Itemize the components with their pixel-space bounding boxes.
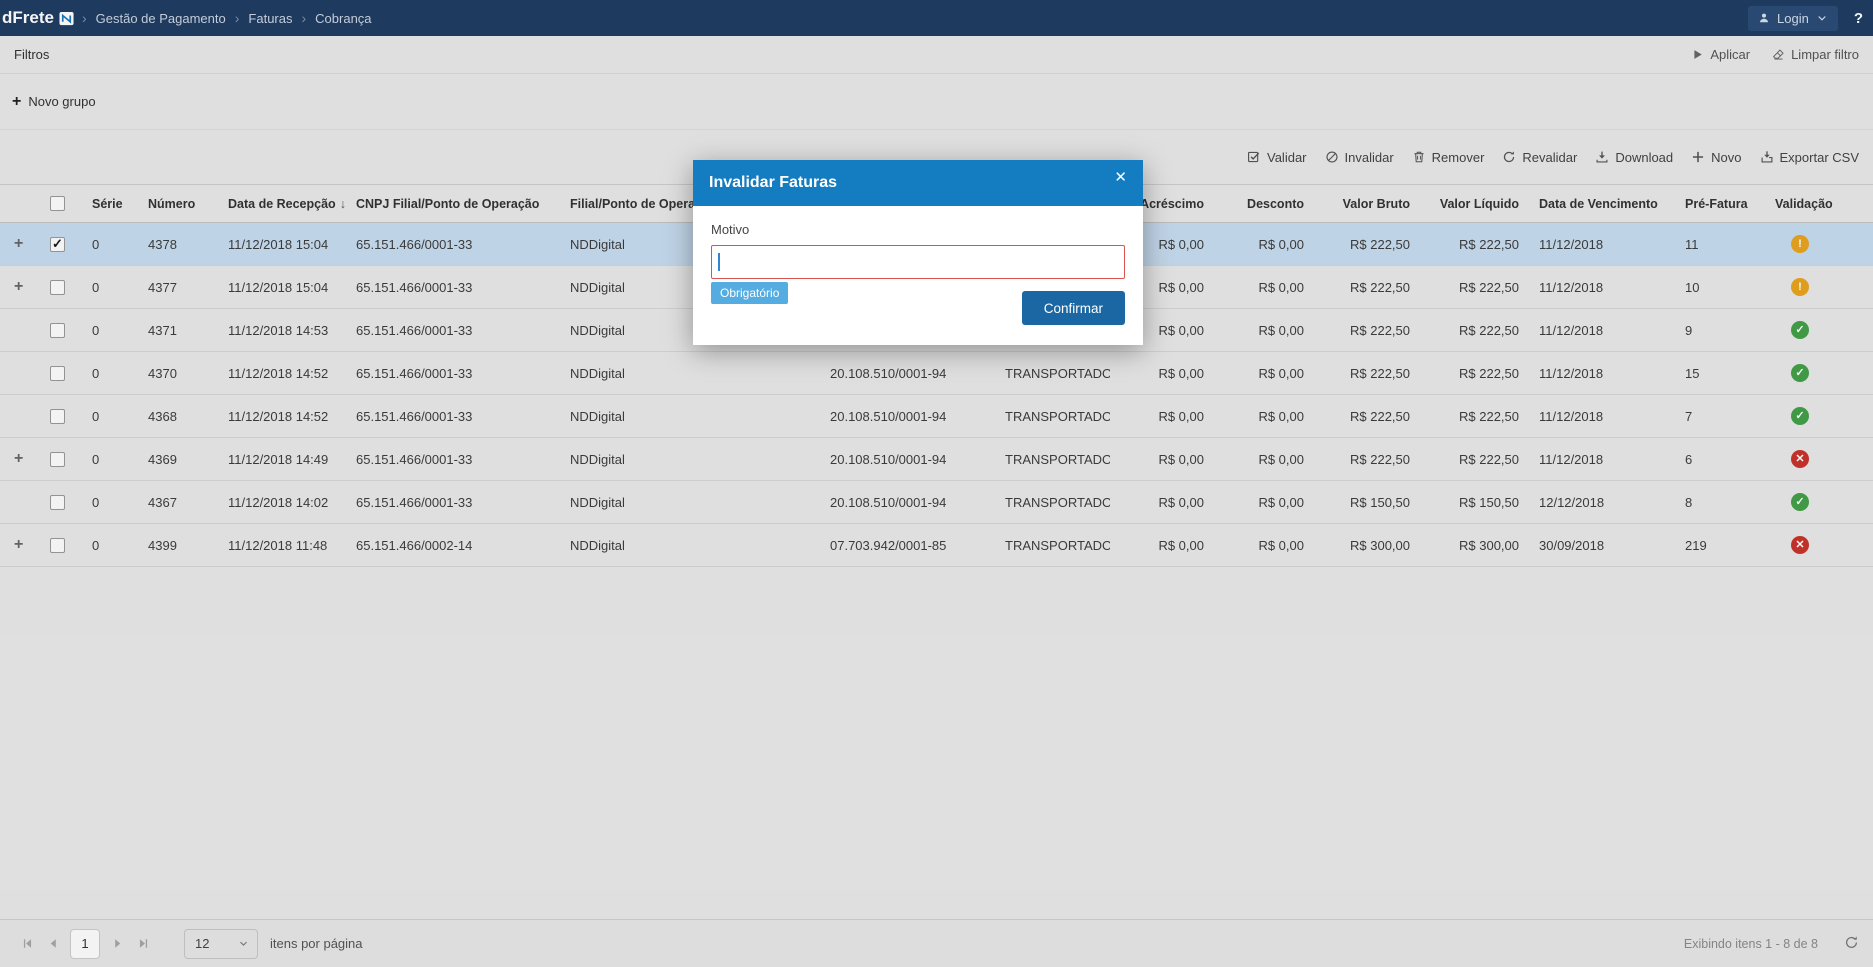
- text-caret: [718, 253, 720, 271]
- required-tooltip: Obrigatório: [711, 282, 789, 304]
- invalidar-faturas-modal: Invalidar Faturas ✕ Motivo Obrigatório C…: [693, 160, 1143, 345]
- motivo-input-wrap: [711, 245, 1125, 279]
- modal-body: Motivo Obrigatório Confirmar: [693, 206, 1143, 345]
- motivo-label: Motivo: [711, 222, 750, 237]
- confirm-button[interactable]: Confirmar: [1021, 291, 1125, 325]
- modal-title: Invalidar Faturas: [709, 174, 838, 191]
- modal-header: Invalidar Faturas ✕: [693, 160, 1143, 206]
- modal-backdrop: [0, 0, 1873, 967]
- close-icon[interactable]: ✕: [1114, 160, 1127, 186]
- modal-actions: Obrigatório Confirmar: [711, 279, 1125, 331]
- motivo-input[interactable]: [711, 245, 1125, 279]
